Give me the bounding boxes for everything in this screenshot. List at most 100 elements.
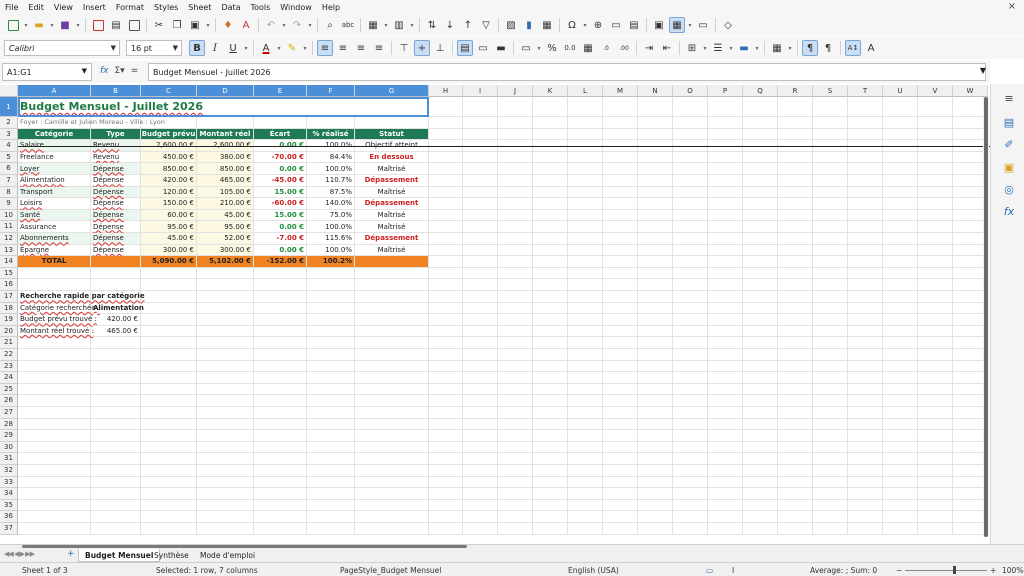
grid-cell[interactable] xyxy=(883,418,918,431)
column-header[interactable]: I xyxy=(463,85,498,97)
align-right-icon[interactable]: ≡ xyxy=(353,40,369,56)
pivot-table-icon[interactable]: ▦ xyxy=(539,17,555,33)
grid-cell[interactable] xyxy=(568,314,603,326)
grid-cell[interactable] xyxy=(197,511,254,523)
grid-cell[interactable] xyxy=(673,279,708,291)
grid-cell[interactable] xyxy=(355,383,429,396)
grid-cell[interactable] xyxy=(141,267,197,280)
grid-cell[interactable] xyxy=(638,175,673,187)
grid-cell[interactable] xyxy=(498,349,533,361)
grid-cell[interactable] xyxy=(603,418,638,431)
grid-cell[interactable] xyxy=(498,151,533,164)
border-style-icon[interactable]: ☰ xyxy=(710,40,726,56)
grid-cell[interactable] xyxy=(673,325,708,338)
grid-cell[interactable] xyxy=(743,97,778,117)
grid-cell[interactable] xyxy=(743,325,778,338)
grid-cell[interactable] xyxy=(355,453,429,465)
grid-cell[interactable] xyxy=(498,499,533,512)
grid-cell[interactable] xyxy=(743,453,778,465)
grid-cell[interactable] xyxy=(673,430,708,442)
status-language[interactable]: English (USA) xyxy=(568,566,619,575)
grid-cell[interactable] xyxy=(429,511,463,523)
borders-icon[interactable]: ⊞ xyxy=(684,40,700,56)
column-header[interactable]: C xyxy=(141,85,197,97)
grid-cell[interactable] xyxy=(498,291,533,303)
grid-cell[interactable] xyxy=(463,128,498,141)
grid-cell[interactable] xyxy=(778,117,813,129)
grid-cell[interactable] xyxy=(307,395,355,407)
grid-cell[interactable] xyxy=(533,360,568,373)
grid-cell[interactable] xyxy=(355,337,429,349)
table-cell[interactable]: 300.00 € xyxy=(197,244,254,257)
zoom-slider-knob[interactable] xyxy=(953,566,956,574)
grid-cell[interactable] xyxy=(463,198,498,210)
grid-cell[interactable] xyxy=(429,441,463,454)
grid-cell[interactable] xyxy=(673,186,708,199)
table-cell[interactable]: Dépense xyxy=(91,198,141,210)
underline-icon[interactable]: U xyxy=(225,40,241,56)
grid-cell[interactable] xyxy=(533,233,568,245)
grid-cell[interactable] xyxy=(708,430,743,442)
grid-cell[interactable] xyxy=(918,441,953,454)
grid-cell[interactable] xyxy=(813,349,848,361)
grid-cell[interactable] xyxy=(918,128,953,141)
table-header[interactable]: % réalisé xyxy=(307,128,355,141)
text-direction-icon[interactable]: A xyxy=(863,40,879,56)
grid-cell[interactable] xyxy=(533,430,568,442)
italic-icon[interactable]: I xyxy=(207,40,223,56)
grid-cell[interactable] xyxy=(463,256,498,268)
grid-cell[interactable] xyxy=(254,337,307,349)
table-cell[interactable]: -7.00 € xyxy=(254,233,307,245)
grid-cell[interactable] xyxy=(708,511,743,523)
grid-cell[interactable] xyxy=(355,291,429,303)
grid-cell[interactable] xyxy=(708,128,743,141)
table-cell[interactable]: 15.00 € xyxy=(254,209,307,222)
grid-cell[interactable] xyxy=(307,337,355,349)
grid-cell[interactable] xyxy=(848,117,883,129)
grid-cell[interactable] xyxy=(813,302,848,315)
grid-cell[interactable] xyxy=(743,209,778,222)
grid-cell[interactable] xyxy=(533,97,568,117)
grid-cell[interactable] xyxy=(603,186,638,199)
chevron-down-icon[interactable]: ▼ xyxy=(82,67,87,75)
grid-cell[interactable] xyxy=(355,372,429,384)
grid-cell[interactable] xyxy=(603,302,638,315)
grid-cell[interactable] xyxy=(708,465,743,477)
grid-cell[interactable] xyxy=(778,337,813,349)
grid-cell[interactable] xyxy=(498,465,533,477)
grid-cell[interactable] xyxy=(355,511,429,523)
grid-cell[interactable] xyxy=(603,175,638,187)
conditional-dropdown-icon[interactable]: ▾ xyxy=(786,40,794,56)
grid-cell[interactable] xyxy=(638,418,673,431)
row-header[interactable]: 3 xyxy=(0,128,18,141)
align-bottom-icon[interactable]: ⊥ xyxy=(432,40,448,56)
grid-cell[interactable] xyxy=(197,453,254,465)
properties-icon[interactable]: ▤ xyxy=(1002,116,1016,130)
table-cell[interactable]: 0.00 € xyxy=(254,221,307,233)
paste-dropdown-icon[interactable]: ▾ xyxy=(204,17,212,33)
grid-cell[interactable] xyxy=(603,372,638,384)
row-header[interactable]: 26 xyxy=(0,395,18,407)
grid-cell[interactable] xyxy=(778,221,813,233)
grid-cell[interactable] xyxy=(848,302,883,315)
grid-cell[interactable] xyxy=(197,465,254,477)
grid-cell[interactable] xyxy=(708,198,743,210)
grid-cell[interactable] xyxy=(463,511,498,523)
grid-cell[interactable] xyxy=(568,511,603,523)
grid-cell[interactable] xyxy=(708,395,743,407)
table-cell[interactable]: En dessous xyxy=(355,151,429,164)
grid-cell[interactable] xyxy=(463,302,498,315)
table-cell[interactable]: Maîtrisé xyxy=(355,163,429,175)
grid-cell[interactable] xyxy=(883,523,918,535)
total-cell[interactable]: 5,102.00 € xyxy=(197,256,254,268)
grid-cell[interactable] xyxy=(463,267,498,280)
grid-cell[interactable] xyxy=(463,209,498,222)
grid-cell[interactable] xyxy=(18,465,91,477)
grid-cell[interactable] xyxy=(568,256,603,268)
table-cell[interactable]: 465.00 € xyxy=(197,175,254,187)
grid-cell[interactable] xyxy=(498,523,533,535)
grid-cell[interactable] xyxy=(813,476,848,489)
grid-cell[interactable] xyxy=(708,256,743,268)
grid-cell[interactable] xyxy=(638,163,673,175)
table-cell[interactable]: Loisirs xyxy=(18,198,91,210)
